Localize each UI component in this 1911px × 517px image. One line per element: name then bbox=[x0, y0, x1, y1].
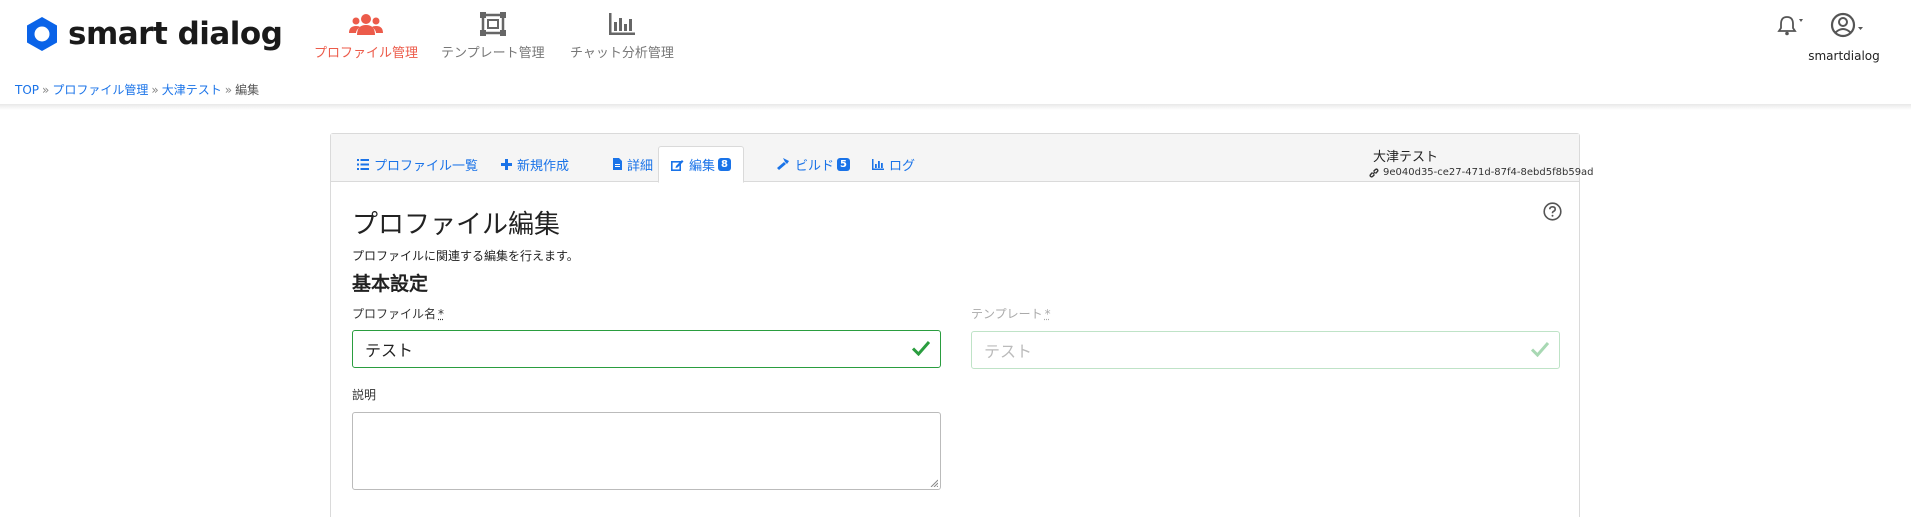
tab-label: 詳細 bbox=[627, 158, 654, 174]
check-icon bbox=[1531, 342, 1549, 357]
bar-chart-icon bbox=[608, 13, 635, 35]
users-icon bbox=[349, 14, 383, 35]
description-label: 説明 bbox=[352, 386, 376, 403]
breadcrumb-profile-management[interactable]: プロファイル管理 bbox=[52, 83, 148, 97]
tab-badge: 8 bbox=[718, 158, 732, 171]
tab-new[interactable]: 新規作成 bbox=[489, 146, 581, 182]
tab-detail[interactable]: 詳細 bbox=[601, 146, 665, 182]
section-title: 基本設定 bbox=[352, 273, 429, 295]
profile-name-input[interactable]: テスト bbox=[352, 330, 941, 368]
breadcrumb-current: 編集 bbox=[235, 83, 260, 97]
profile-name-value: テスト bbox=[365, 341, 414, 360]
profile-edit-card: プロファイル一覧 新規作成 詳細 編集 8 ビルド 5 ログ 大津テスト 9e0… bbox=[330, 133, 1594, 517]
help-icon[interactable] bbox=[1543, 202, 1562, 221]
resize-grip-icon[interactable] bbox=[930, 479, 938, 487]
link-icon bbox=[1369, 167, 1379, 178]
tab-badge: 5 bbox=[837, 157, 851, 171]
plus-icon bbox=[501, 158, 512, 170]
required-mark: * bbox=[1044, 307, 1051, 321]
card-tabs-header: プロファイル一覧 新規作成 詳細 編集 8 ビルド 5 ログ 大津テスト 9e0… bbox=[331, 134, 1594, 183]
breadcrumb: TOP» プロファイル管理» 大津テスト» 編集 bbox=[15, 81, 259, 98]
tab-log[interactable]: ログ bbox=[860, 146, 927, 182]
record-name: 大津テスト bbox=[1373, 150, 1439, 165]
file-icon bbox=[613, 158, 622, 170]
hammer-icon bbox=[777, 158, 789, 170]
template-value: テスト bbox=[984, 342, 1033, 361]
breadcrumb-separator: » bbox=[224, 83, 233, 97]
nav-label: プロファイル管理 bbox=[314, 46, 419, 61]
record-id-text: 9e040d35-ce27-471d-87f4-8ebd5f8b59ad bbox=[1383, 167, 1594, 178]
page-description: プロファイルに関連する編集を行えます。 bbox=[352, 249, 579, 263]
tab-profile-list[interactable]: プロファイル一覧 bbox=[345, 146, 490, 182]
header-shadow bbox=[0, 104, 1911, 110]
tab-label: 編集 bbox=[689, 159, 716, 174]
nav-label: チャット分析管理 bbox=[570, 46, 674, 61]
tab-label: ビルド bbox=[795, 158, 835, 174]
breadcrumb-separator: » bbox=[151, 83, 159, 97]
logo-hexagon-icon bbox=[27, 17, 57, 51]
profile-name-label: プロファイル名 * bbox=[352, 305, 444, 322]
user-name[interactable]: smartdialog bbox=[1800, 49, 1888, 63]
tab-edit[interactable]: 編集 8 bbox=[658, 146, 745, 183]
tab-label: 新規作成 bbox=[517, 158, 570, 174]
record-id[interactable]: 9e040d35-ce27-471d-87f4-8ebd5f8b59ad bbox=[1369, 167, 1594, 178]
template-input: テスト bbox=[971, 331, 1560, 369]
breadcrumb-top[interactable]: TOP bbox=[15, 83, 39, 97]
tab-label: ログ bbox=[889, 158, 916, 174]
breadcrumb-separator: » bbox=[42, 83, 50, 97]
field-label-text: テンプレート bbox=[971, 307, 1043, 321]
user-circle-icon[interactable] bbox=[1830, 12, 1870, 40]
template-label: テンプレート * bbox=[971, 305, 1051, 322]
chart-icon bbox=[872, 158, 884, 170]
field-label-text: プロファイル名 bbox=[352, 307, 437, 321]
field-label-text: 説明 bbox=[352, 388, 377, 402]
brand-logo[interactable]: smart dialog bbox=[24, 14, 283, 54]
edit-icon bbox=[671, 159, 684, 171]
description-textarea[interactable] bbox=[352, 412, 941, 490]
nav-template-management[interactable]: テンプレート管理 bbox=[441, 12, 545, 61]
list-icon bbox=[357, 158, 369, 170]
page-title: プロファイル編集 bbox=[352, 210, 561, 240]
required-mark: * bbox=[438, 307, 445, 321]
bell-icon[interactable] bbox=[1776, 14, 1810, 36]
tab-label: プロファイル一覧 bbox=[374, 158, 479, 174]
template-frame-icon bbox=[479, 12, 506, 36]
nav-label: テンプレート管理 bbox=[441, 46, 545, 61]
breadcrumb-profile[interactable]: 大津テスト bbox=[162, 83, 222, 97]
brand-name: smart dialog bbox=[68, 16, 283, 52]
tab-build[interactable]: ビルド 5 bbox=[765, 146, 862, 182]
nav-chat-analysis-management[interactable]: チャット分析管理 bbox=[570, 12, 674, 61]
check-icon bbox=[912, 341, 930, 356]
nav-profile-management[interactable]: プロファイル管理 bbox=[314, 12, 418, 61]
top-header: smart dialog プロファイル管理 テンプレート管理 チャット分析管理 … bbox=[0, 0, 1911, 72]
